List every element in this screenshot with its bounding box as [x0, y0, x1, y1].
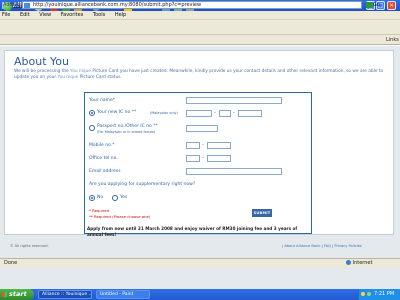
intro-start: We will be processing the	[14, 69, 69, 74]
tray-network-icon[interactable]	[367, 292, 371, 296]
new-ic-part2[interactable]	[219, 110, 231, 117]
dash-1: -	[214, 110, 216, 116]
mobile-number-input[interactable]	[207, 142, 231, 149]
submit-button[interactable]: SUBMIT	[252, 209, 272, 217]
dash-4: -	[202, 155, 204, 161]
new-ic-radio[interactable]	[89, 110, 95, 116]
email-label: Email address	[89, 169, 121, 174]
security-zone: Internet	[346, 260, 372, 266]
address-bar	[0, 35, 400, 45]
mobile-label: Mobile no.*	[89, 143, 115, 148]
footer-links[interactable]: | About Alliance Bank | FAQ | Privacy Po…	[282, 244, 362, 248]
new-ic-label: Your new IC no **	[97, 110, 137, 115]
close-button[interactable]: ×	[387, 1, 396, 10]
address-input[interactable]: http://youinique.alliancebank.com.my:808…	[22, 1, 362, 9]
page-title: About You	[14, 55, 69, 68]
taskbar-item-paint[interactable]: Untitled - Paint	[96, 290, 150, 299]
taskbar-item-browser[interactable]: Alliance :: Youinique ...	[38, 290, 92, 299]
required-note: * Required	[89, 208, 110, 213]
clock: 7:21 PM	[374, 291, 395, 297]
brand-name-2: You nique	[57, 75, 79, 80]
page-icon	[24, 3, 30, 8]
address-value: http://youinique.alliancebank.com.my:808…	[33, 2, 202, 8]
new-ic-part1[interactable]	[186, 110, 212, 117]
new-ic-hint: (Malaysian only)	[150, 111, 178, 115]
globe-icon	[346, 260, 351, 265]
mobile-prefix-input[interactable]	[186, 142, 200, 149]
zone-label: Internet	[352, 260, 373, 266]
address-label: Address	[3, 2, 23, 8]
name-label: Your name*	[89, 98, 116, 103]
passport-hint: (For Malaysian or in armed forces)	[97, 130, 156, 134]
name-input[interactable]	[186, 97, 282, 104]
copyright-text: © All rights reserved.	[10, 244, 49, 248]
required-choose-note: ** Required (Please choose one)	[89, 214, 151, 219]
no-label: No	[97, 195, 104, 200]
dash-2: -	[233, 110, 235, 116]
email-input[interactable]	[186, 168, 282, 175]
go-arrow-icon	[366, 1, 372, 8]
menu-bar: File Edit View Favorites Tools Help	[0, 11, 400, 20]
office-label: Office tel no.	[89, 156, 118, 161]
passport-input[interactable]	[186, 125, 218, 132]
new-ic-part3[interactable]	[238, 110, 262, 117]
promo-text: Apply from now until 31 March 2008 and e…	[87, 226, 298, 237]
brand-name: You nique	[70, 69, 91, 74]
intro-text: We will be processing the You nique Pict…	[14, 69, 386, 81]
status-bar	[0, 258, 400, 268]
status-text: Done	[4, 260, 18, 266]
supplementary-no-radio[interactable]	[89, 195, 95, 201]
toolbar	[0, 20, 400, 35]
supplementary-yes-radio[interactable]	[112, 195, 118, 201]
intro-end: Picture Card status.	[79, 75, 122, 80]
supplementary-question: Are you applying for supplementary right…	[89, 182, 196, 187]
yes-label: Yes	[120, 195, 128, 200]
tray-speaker-icon[interactable]	[361, 292, 365, 296]
go-button[interactable]: Go	[366, 1, 386, 9]
links-label[interactable]: Links	[386, 37, 399, 43]
dash-3: -	[202, 142, 204, 148]
windows-flag-icon	[2, 292, 7, 297]
passport-radio[interactable]	[89, 125, 95, 131]
office-prefix-input[interactable]	[186, 155, 200, 162]
go-label: Go	[373, 2, 380, 8]
office-number-input[interactable]	[207, 155, 231, 162]
